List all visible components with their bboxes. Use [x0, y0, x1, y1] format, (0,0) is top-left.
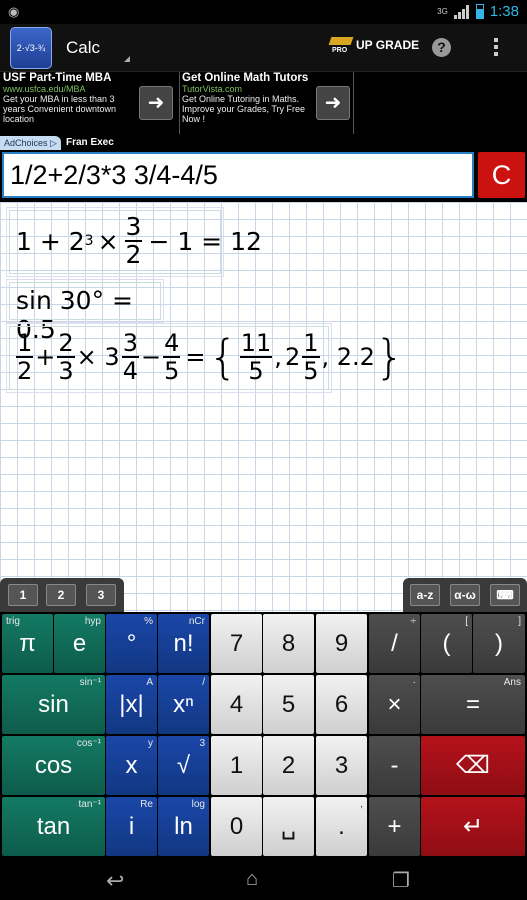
key-ln[interactable]: log ln — [158, 797, 209, 856]
key-space[interactable]: ␣ — [263, 797, 314, 856]
key-factorial[interactable]: nCr n! — [158, 614, 209, 673]
ad-2[interactable]: Get Online Math Tutors TutorVista.com Ge… — [179, 72, 353, 134]
key-equals[interactable]: Ans = — [421, 675, 525, 734]
result-1[interactable]: 1 + 23 × 32 − 1 = 12 — [6, 207, 262, 277]
key-8[interactable]: 8 — [263, 614, 314, 673]
ad-arrow-icon[interactable]: ➜ — [139, 86, 173, 120]
navigation-bar: ↩ ⌂ ❐ — [0, 858, 527, 900]
key-decimal[interactable]: ,. — [316, 797, 367, 856]
key-cos[interactable]: cos⁻¹ cos — [2, 736, 105, 795]
tab-system-keyboard[interactable]: ⌨ — [490, 584, 520, 606]
ad-headline: USF Part-Time MBA — [3, 72, 112, 84]
key-e[interactable]: hyp e — [54, 614, 105, 673]
key-divide[interactable]: ÷ / — [369, 614, 420, 673]
app-root: ◉ 3G 1:38 2·√3-¾ Calc UP GRADE ? USF Par… — [0, 0, 527, 900]
key-tan[interactable]: tan⁻¹ tan — [2, 797, 105, 856]
tab-keypad-1[interactable]: 1 — [8, 584, 38, 606]
key-close-paren[interactable]: ]) — [473, 614, 525, 673]
ad-body: Get Online Tutoring in Maths. Improve yo… — [182, 94, 306, 124]
battery-icon — [475, 4, 484, 19]
key-minus[interactable]: - — [369, 736, 420, 795]
results-area[interactable]: 1 + 23 × 32 − 1 = 12 sin 30° = 0.5 12 + … — [0, 202, 527, 612]
overflow-menu-icon[interactable] — [494, 38, 498, 58]
ad-1[interactable]: USF Part-Time MBA www.usfca.edu/MBA Get … — [3, 72, 173, 134]
ad-arrow-icon[interactable]: ➜ — [316, 86, 350, 120]
status-bar: ◉ 3G 1:38 — [0, 0, 527, 24]
key-imaginary[interactable]: Re i — [106, 797, 157, 856]
expression-input[interactable]: 1/2+2/3*3 3/4-4/5 — [2, 152, 474, 198]
keypad-tabs: 1 2 3 a-z α-ω ⌨ — [0, 576, 527, 612]
key-5[interactable]: 5 — [263, 675, 314, 734]
home-icon[interactable]: ⌂ — [246, 868, 258, 891]
ad-headline: Get Online Math Tutors — [182, 72, 309, 84]
signal-icon — [453, 4, 470, 19]
key-power[interactable]: / xⁿ — [158, 675, 209, 734]
key-3[interactable]: 3 — [316, 736, 367, 795]
key-6[interactable]: 6 — [316, 675, 367, 734]
upgrade-label: UP GRADE — [356, 38, 420, 52]
space-icon: ␣ — [280, 813, 297, 840]
key-plus[interactable]: + — [369, 797, 420, 856]
ad-banner: USF Part-Time MBA www.usfca.edu/MBA Get … — [0, 72, 527, 150]
key-variable-x[interactable]: yx — [106, 736, 157, 795]
app-title[interactable]: Calc — [66, 38, 100, 58]
spinner-indicator-icon — [124, 56, 130, 62]
input-row: 1/2+2/3*3 3/4-4/5 C — [0, 150, 527, 202]
ad-sponsor: Fran Exec — [66, 137, 114, 148]
enter-icon: ↵ — [462, 813, 484, 840]
key-sqrt[interactable]: 3 √ — [158, 736, 209, 795]
help-button[interactable]: ? — [432, 38, 451, 57]
backspace-icon: ⌫ — [456, 752, 490, 779]
key-backspace[interactable]: ⌫ — [421, 736, 525, 795]
result-3[interactable]: 12 + 23 × 3 34 − 45 = { 11 5, 215, 2.2 } — [6, 323, 404, 393]
ad-body: Get your MBA in less than 3 years Conven… — [3, 94, 117, 124]
tab-latin-letters[interactable]: a-z — [410, 584, 440, 606]
graduation-cap-icon — [330, 34, 352, 56]
tab-keypad-3[interactable]: 3 — [86, 584, 116, 606]
clock: 1:38 — [489, 3, 519, 20]
notification-icon: ◉ — [8, 4, 20, 19]
key-abs[interactable]: A |x| — [106, 675, 157, 734]
key-multiply[interactable]: · × — [369, 675, 420, 734]
key-7[interactable]: 7 — [211, 614, 262, 673]
tab-greek-letters[interactable]: α-ω — [450, 584, 480, 606]
app-logo[interactable]: 2·√3-¾ — [10, 27, 52, 69]
tab-keypad-2[interactable]: 2 — [46, 584, 76, 606]
key-enter[interactable]: ↵ — [421, 797, 525, 856]
key-9[interactable]: 9 — [316, 614, 367, 673]
result-2[interactable]: sin 30° = 0.5 — [6, 279, 164, 344]
clear-button[interactable]: C — [478, 152, 525, 198]
key-2[interactable]: 2 — [263, 736, 314, 795]
back-icon[interactable]: ↩ — [106, 868, 124, 894]
keypad: trig π hyp e % ° nCr n! 7 8 9 ÷ / [( ]) sin⁻¹… — [0, 612, 527, 858]
key-open-paren[interactable]: [( — [421, 614, 472, 673]
key-pi[interactable]: trig π — [2, 614, 53, 673]
key-sin[interactable]: sin⁻¹ sin — [2, 675, 105, 734]
key-degree[interactable]: % ° — [106, 614, 157, 673]
network-type: 3G — [437, 7, 448, 16]
adchoices-label[interactable]: AdChoices ▷ — [0, 136, 61, 150]
action-bar: 2·√3-¾ Calc UP GRADE ? — [0, 24, 527, 72]
key-1[interactable]: 1 — [211, 736, 262, 795]
upgrade-button[interactable]: UP GRADE — [330, 34, 419, 56]
key-0[interactable]: 0 — [211, 797, 262, 856]
key-4[interactable]: 4 — [211, 675, 262, 734]
recent-apps-icon[interactable]: ❐ — [392, 868, 410, 893]
